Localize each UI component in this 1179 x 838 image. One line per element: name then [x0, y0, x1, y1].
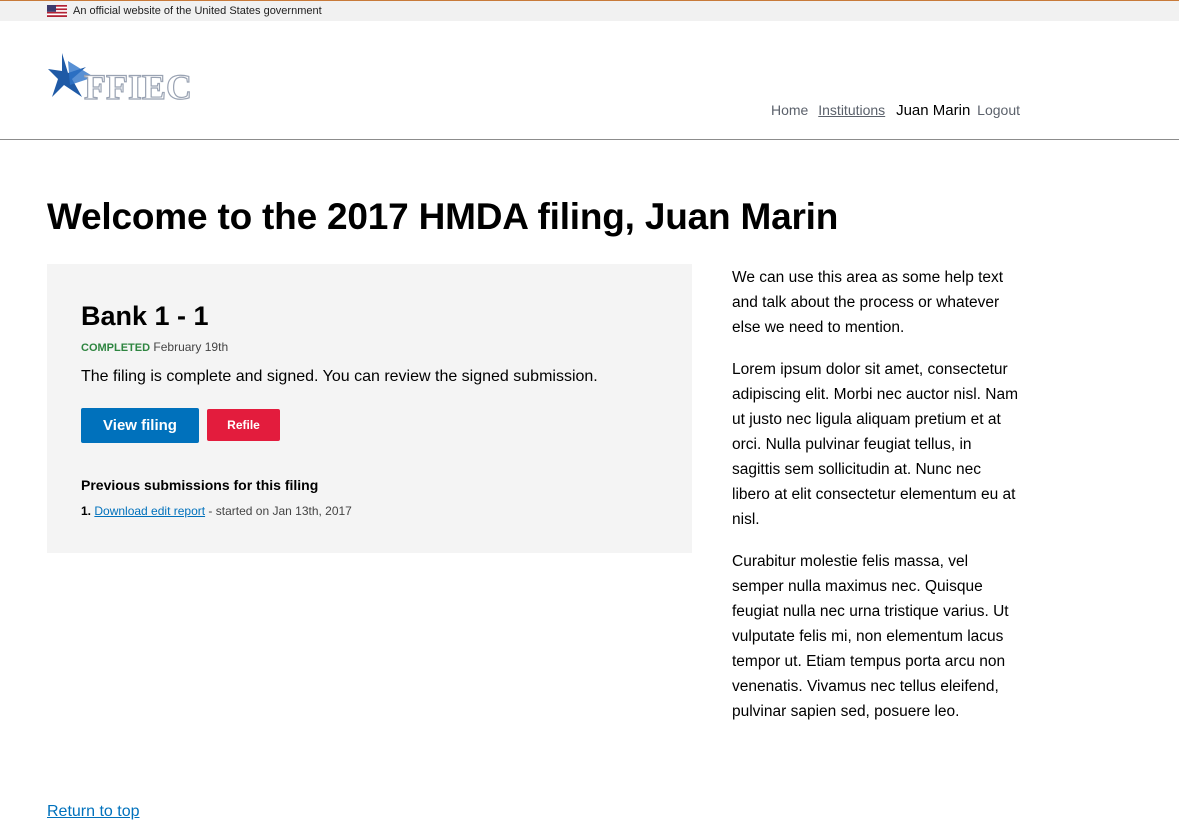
logo-text: FFIEC — [84, 67, 192, 107]
status-date: February 19th — [153, 340, 229, 354]
return-to-top-link[interactable]: Return to top — [47, 803, 140, 821]
institution-name: Bank 1 - 1 — [81, 301, 209, 331]
ffiec-logo-icon: FFIEC — [48, 53, 193, 108]
help-paragraph: We can use this area as some help text a… — [732, 269, 1004, 336]
help-paragraph: Lorem ipsum dolor sit amet, consectetur … — [732, 361, 1019, 528]
refile-button[interactable]: Refile — [207, 409, 280, 441]
nav-logout-link[interactable]: Logout — [977, 102, 1020, 118]
status-badge: COMPLETED — [81, 342, 151, 354]
us-flag-icon — [47, 5, 67, 17]
status-line: COMPLETED February 19th — [81, 340, 228, 354]
gov-banner-text: An official website of the United States… — [73, 5, 322, 17]
nav-institutions-link[interactable]: Institutions — [818, 102, 885, 118]
previous-submissions-heading: Previous submissions for this filing — [81, 477, 319, 493]
download-edit-report-link[interactable]: Download edit report — [94, 504, 205, 518]
previous-submissions-list: 1. Download edit report - started on Jan… — [81, 504, 352, 518]
nav-user-name: Juan Marin — [896, 102, 971, 119]
help-paragraph: Curabitur molestie felis massa, vel semp… — [732, 553, 1009, 720]
help-text: We can use this area as some help text a… — [732, 265, 1022, 741]
status-message: The filing is complete and signed. You c… — [81, 368, 598, 385]
list-item-number: 1. — [81, 504, 92, 518]
nav-home-link[interactable]: Home — [771, 102, 808, 118]
view-filing-button[interactable]: View filing — [81, 408, 199, 443]
institution-card: Bank 1 - 1 COMPLETED February 19th The f… — [47, 264, 692, 553]
page-title: Welcome to the 2017 HMDA filing, Juan Ma… — [47, 196, 839, 237]
site-header: FFIEC Home Institutions Juan Marin Logou… — [0, 21, 1179, 140]
ffiec-logo[interactable]: FFIEC — [48, 51, 198, 111]
main-nav: Home Institutions Juan Marin Logout — [771, 102, 1020, 119]
list-item: 1. Download edit report - started on Jan… — [81, 504, 352, 518]
gov-banner: An official website of the United States… — [0, 0, 1179, 21]
list-item-suffix: - started on Jan 13th, 2017 — [205, 504, 352, 518]
